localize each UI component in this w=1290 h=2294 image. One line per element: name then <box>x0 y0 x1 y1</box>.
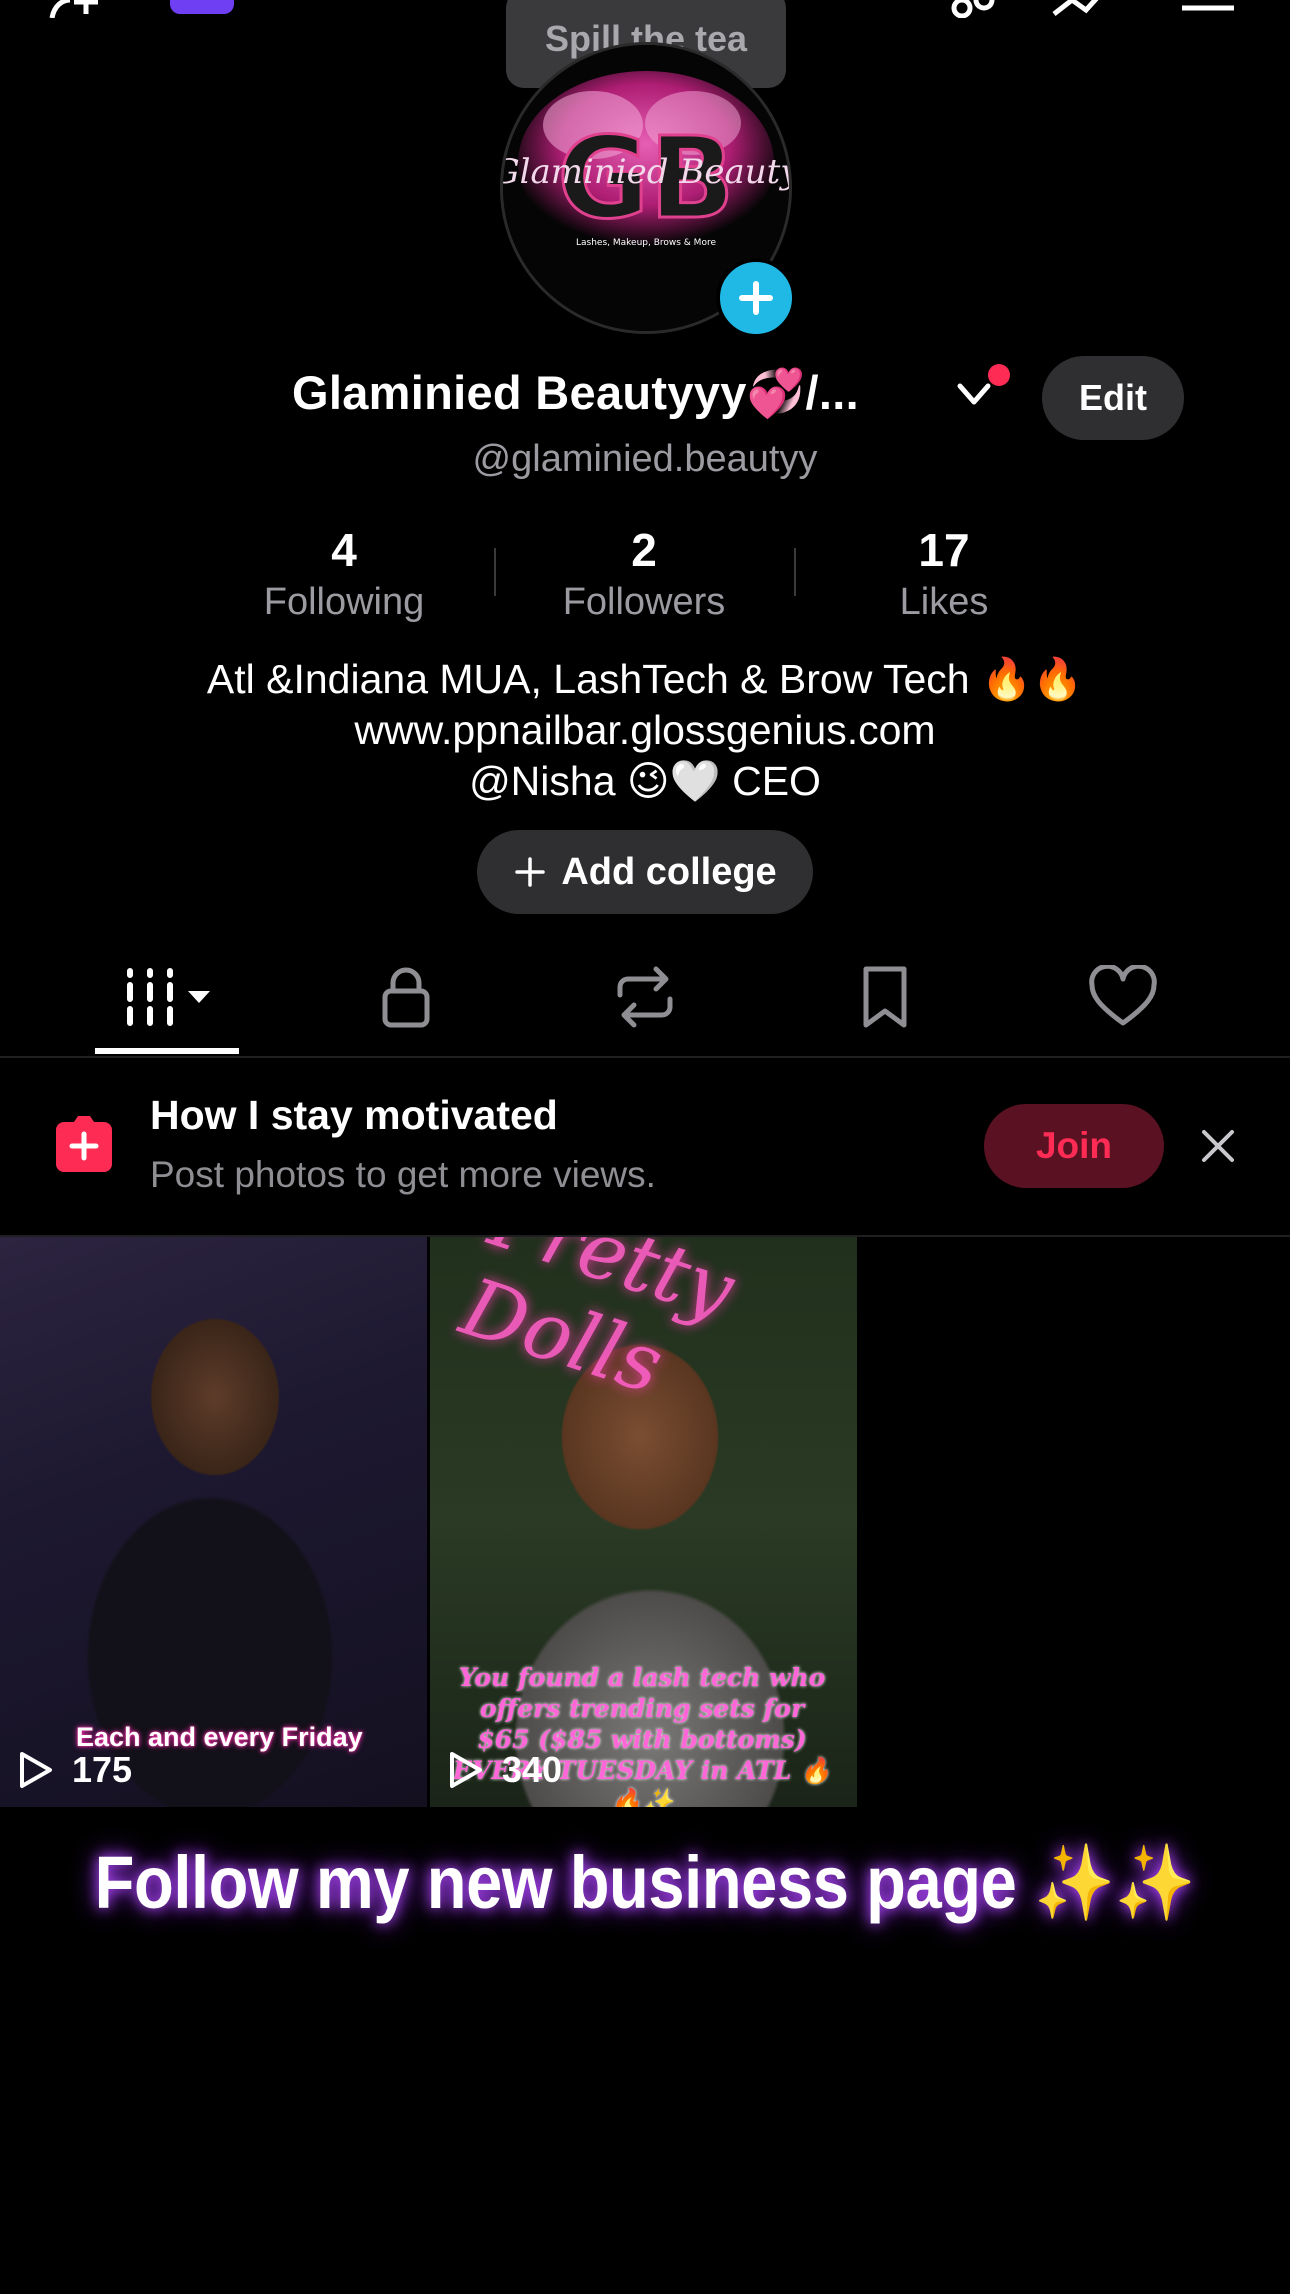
heart-icon <box>1089 963 1157 1026</box>
stat-following[interactable]: 4 Following <box>224 520 464 624</box>
tab-liked[interactable] <box>1088 963 1158 1029</box>
view-count: 175 <box>18 1749 132 1791</box>
view-count-value: 175 <box>72 1749 133 1790</box>
stat-divider <box>494 548 496 596</box>
notification-dot <box>988 364 1010 386</box>
add-college-label: Add college <box>561 850 777 893</box>
play-icon <box>450 1752 482 1788</box>
repost-icon <box>617 966 673 1028</box>
bookmark-icon <box>863 966 907 1028</box>
lock-icon <box>382 967 430 1028</box>
promo-overlay-text: Follow my new business page ✨✨ <box>94 1841 1196 1924</box>
stat-value: 17 <box>918 524 970 576</box>
stat-divider <box>794 548 796 596</box>
tab-reposts[interactable] <box>610 965 680 1029</box>
neon-sign: Pretty Dolls <box>450 1237 745 1412</box>
banner-subtitle: Post photos to get more views. <box>150 1154 656 1195</box>
stat-likes[interactable]: 17 Likes <box>824 520 1064 624</box>
svg-text:Lashes, Makeup, Brows & More: Lashes, Makeup, Brows & More <box>576 238 716 248</box>
video-thumbnail[interactable]: Pretty Dolls You found a lash tech who o… <box>430 1237 857 1807</box>
play-icon <box>20 1752 52 1788</box>
stat-label: Following <box>263 581 425 623</box>
plus-icon <box>739 281 773 315</box>
stat-label: Likes <box>899 581 989 623</box>
stat-value: 2 <box>631 524 657 576</box>
plus-icon <box>515 857 546 887</box>
tab-private[interactable] <box>371 965 441 1029</box>
divider <box>0 1056 1290 1058</box>
add-photo-button[interactable] <box>716 258 796 338</box>
stat-followers[interactable]: 2 Followers <box>524 520 764 624</box>
coin-badge-icon[interactable] <box>170 0 234 14</box>
camera-plus-icon <box>50 1112 118 1176</box>
svg-text:Glaminied Beauty: Glaminied Beauty <box>503 152 789 192</box>
join-button[interactable]: Join <box>984 1104 1164 1188</box>
view-count-value: 340 <box>502 1749 563 1790</box>
username-handle: @glaminied.beautyy <box>472 438 818 480</box>
bio-line[interactable]: @Nisha 😉🤍 CEO <box>0 756 1290 807</box>
bio-line: Atl &Indiana MUA, LashTech & Brow Tech 🔥… <box>206 656 1084 702</box>
tab-videos[interactable] <box>122 965 216 1029</box>
add-college-button[interactable]: Add college <box>477 830 813 914</box>
grid-icon <box>127 968 210 1026</box>
video-thumbnail[interactable]: Each and every Friday 175 <box>0 1237 427 1807</box>
profile-name: Glaminied Beautyyy💞/... <box>292 366 859 419</box>
banner-title: How I stay motivated <box>150 1092 558 1138</box>
footprint-icon[interactable] <box>940 0 1000 19</box>
view-count: 340 <box>448 1749 562 1791</box>
add-friend-icon[interactable] <box>48 0 108 19</box>
stat-value: 4 <box>331 524 357 576</box>
close-icon[interactable] <box>1196 1124 1240 1168</box>
stat-label: Followers <box>562 581 726 623</box>
bio-link[interactable]: www.ppnailbar.glossgenius.com <box>0 705 1290 756</box>
menu-icon[interactable] <box>1178 0 1238 18</box>
edit-profile-button[interactable]: Edit <box>1042 356 1184 440</box>
tab-favorites[interactable] <box>850 965 920 1029</box>
activity-icon[interactable] <box>1050 0 1110 18</box>
active-tab-indicator <box>95 1048 239 1054</box>
